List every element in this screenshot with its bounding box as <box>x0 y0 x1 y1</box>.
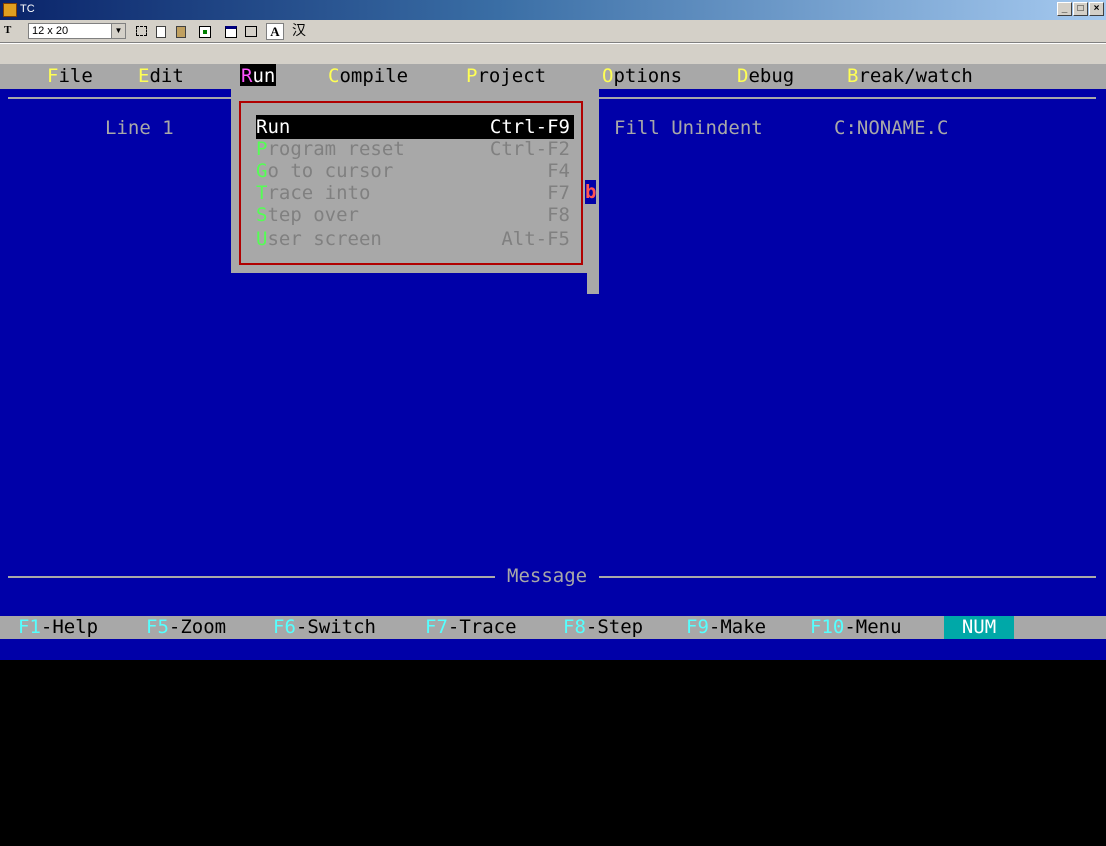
close-button[interactable]: × <box>1089 2 1104 16</box>
line-indicator: Line 1 <box>105 117 174 139</box>
maximize-button[interactable]: □ <box>1073 2 1088 16</box>
function-key-bar: F1-Help F5-Zoom F6-Switch F7-Trace F8-St… <box>0 616 1106 639</box>
fkey-make[interactable]: F9-Make <box>686 616 766 639</box>
minimize-button[interactable]: _ <box>1057 2 1072 16</box>
title-bar: TC _ □ × <box>0 0 1106 20</box>
num-lock-indicator: NUM <box>944 616 1014 639</box>
message-window-title: Message <box>495 564 600 588</box>
fkey-step[interactable]: F8-Step <box>563 616 643 639</box>
chevron-down-icon[interactable]: ▼ <box>111 24 125 38</box>
menu-item-run[interactable]: Run Ctrl-F9 <box>256 115 574 139</box>
menu-item-step-over[interactable]: Step over F8 <box>256 203 574 227</box>
background-icon[interactable] <box>242 23 260 40</box>
paste-icon[interactable] <box>172 23 190 40</box>
menu-item-user-screen[interactable]: User screen Alt-F5 <box>256 227 574 251</box>
menu-file[interactable]: File <box>46 64 94 89</box>
window-controls: _ □ × <box>1056 2 1104 16</box>
menu-item-go-to-cursor[interactable]: Go to cursor F4 <box>256 159 574 183</box>
font-button[interactable]: A <box>266 23 284 40</box>
window-title: TC <box>20 3 35 15</box>
console-screen: File Edit Run Compile Project Options De… <box>0 64 1106 660</box>
font-label: T <box>4 24 11 36</box>
font-size-select[interactable]: 12 x 20 ▼ <box>28 23 126 39</box>
fkey-trace[interactable]: F7-Trace <box>425 616 517 639</box>
properties-icon[interactable] <box>222 23 240 40</box>
menu-options[interactable]: Options <box>601 64 683 89</box>
menu-item-program-reset[interactable]: Program reset Ctrl-F2 <box>256 137 574 161</box>
truetype-icon: T <box>4 24 12 36</box>
fullscreen-icon[interactable] <box>196 23 214 40</box>
menu-break-watch[interactable]: Break/watch <box>846 64 974 89</box>
font-size-value: 12 x 20 <box>32 25 69 37</box>
editor-mode-flags: Fill Unindent <box>614 117 763 139</box>
menu-edit[interactable]: Edit <box>137 64 185 89</box>
copy-icon[interactable] <box>152 23 170 40</box>
fkey-zoom[interactable]: F5-Zoom <box>146 616 226 639</box>
fkey-menu[interactable]: F10-Menu <box>810 616 902 639</box>
app-icon <box>3 3 17 17</box>
marker-letter: b <box>585 180 597 204</box>
fkey-help[interactable]: F1-Help <box>18 616 98 639</box>
mark-icon[interactable] <box>132 23 150 40</box>
editor-filename: C:NONAME.C <box>834 117 949 139</box>
menu-debug[interactable]: Debug <box>736 64 795 89</box>
console-toolbar: T 12 x 20 ▼ A 汉 <box>0 20 1106 64</box>
menu-item-trace-into[interactable]: Trace into F7 <box>256 181 574 205</box>
ime-button[interactable]: 汉 <box>290 23 308 40</box>
fkey-switch[interactable]: F6-Switch <box>273 616 376 639</box>
